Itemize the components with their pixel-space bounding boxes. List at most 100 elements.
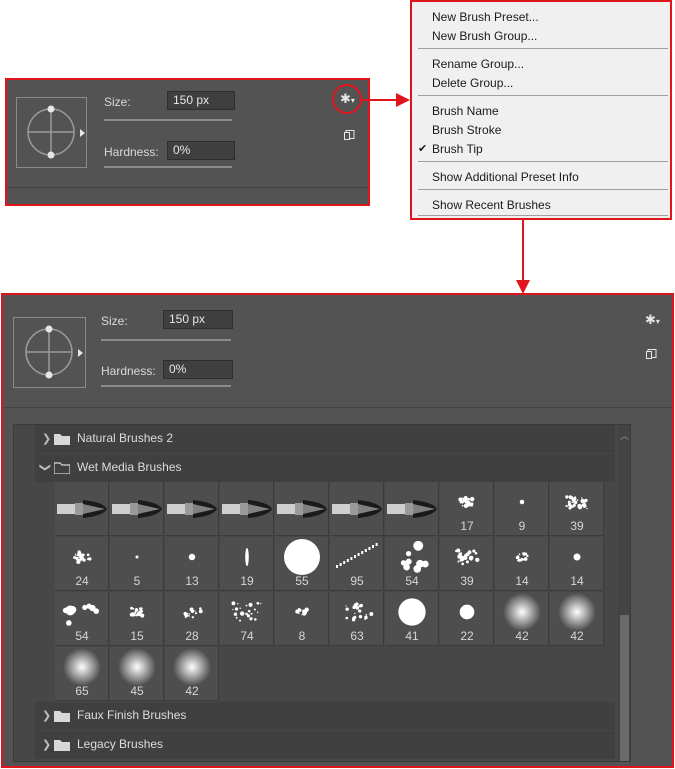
brush-preset[interactable]: 8	[275, 592, 329, 646]
menu-item-show-additional-preset-info[interactable]: Show Additional Preset Info	[432, 170, 579, 184]
chevron-right-icon[interactable]: ❯	[42, 738, 51, 751]
brush-preset[interactable]: 54	[55, 592, 109, 646]
brush-size-label: 15	[130, 629, 144, 643]
brush-preset[interactable]: 41	[385, 592, 439, 646]
brush-size-label: 22	[460, 629, 474, 643]
brush-preset[interactable]: 9	[495, 482, 549, 536]
menu-item-brush-name[interactable]: Brush Name	[432, 104, 499, 118]
gear-icon[interactable]: ✱▾	[340, 92, 355, 107]
brush-preset[interactable]: 42	[495, 592, 549, 646]
brush-tip-thumbnail-icon	[387, 500, 437, 518]
group-name: Natural Brushes 2	[77, 431, 174, 445]
brush-preset[interactable]: 13	[165, 537, 219, 591]
brush-preset[interactable]: 15	[110, 592, 164, 646]
brush-preset[interactable]	[110, 482, 164, 536]
checkmark-icon: ✔	[418, 143, 428, 155]
folder-icon	[54, 740, 70, 751]
brush-preset[interactable]: 22	[440, 592, 494, 646]
hardness-label: Hardness:	[101, 364, 156, 378]
brush-tip-thumbnail-icon	[332, 500, 382, 518]
brush-preset[interactable]: 65	[55, 647, 109, 701]
size-field[interactable]: 150 px	[167, 91, 235, 110]
menu-item-rename-group[interactable]: Rename Group...	[432, 57, 524, 71]
menu-item-show-recent-brushes[interactable]: Show Recent Brushes	[432, 198, 551, 212]
size-slider-track[interactable]	[101, 339, 231, 341]
connector-arrow-down-icon	[516, 220, 530, 294]
brush-preset[interactable]: 63	[330, 592, 384, 646]
size-slider-track[interactable]	[104, 119, 232, 121]
brush-size-label: 19	[240, 574, 254, 588]
brush-tip-preview[interactable]	[16, 97, 87, 168]
chevron-right-icon[interactable]: ❯	[42, 709, 51, 722]
gear-icon[interactable]: ✱▾	[645, 313, 660, 328]
size-label: Size:	[101, 314, 128, 328]
brush-preset-list[interactable]: ❯ Natural Brushes 2 ❯ Wet Media Brushes …	[13, 424, 631, 762]
brush-size-label: 17	[460, 519, 474, 533]
brush-tip-thumbnail-icon	[277, 500, 327, 518]
brush-size-label: 65	[75, 684, 89, 698]
group-row[interactable]: ❯ Legacy Brushes	[35, 731, 615, 759]
brush-preset[interactable]	[275, 482, 329, 536]
brush-size-label: 45	[130, 684, 144, 698]
brush-preset[interactable]	[165, 482, 219, 536]
preview-arrow-icon[interactable]	[80, 129, 85, 137]
brush-preset[interactable]	[55, 482, 109, 536]
hardness-field[interactable]: 0%	[167, 141, 235, 160]
brush-preset[interactable]: 42	[165, 647, 219, 701]
hardness-slider-track[interactable]	[101, 385, 231, 387]
new-preset-icon[interactable]	[344, 130, 355, 141]
brush-preset[interactable]	[330, 482, 384, 536]
brush-size-label: 14	[570, 574, 584, 588]
brush-preset[interactable]: 14	[550, 537, 604, 591]
hardness-slider-track[interactable]	[104, 166, 232, 168]
hardness-label: Hardness:	[104, 145, 159, 159]
menu-item-brush-tip[interactable]: Brush Tip	[432, 142, 483, 156]
group-row[interactable]: ❯ Natural Brushes 2	[35, 425, 615, 453]
group-row[interactable]: ❯ Wet Media Brushes	[35, 454, 615, 482]
brush-preset[interactable]: 45	[110, 647, 164, 701]
brush-size-label: 95	[350, 574, 364, 588]
brush-size-label: 8	[298, 629, 306, 643]
brush-preset[interactable]	[385, 482, 439, 536]
group-row[interactable]: ❯ Faux Finish Brushes	[35, 702, 615, 730]
menu-item-new-brush-group[interactable]: New Brush Group...	[432, 29, 537, 43]
chevron-right-icon[interactable]: ❯	[42, 432, 51, 445]
brush-size-label: 54	[405, 574, 419, 588]
new-preset-icon[interactable]	[646, 349, 657, 360]
menu-item-delete-group[interactable]: Delete Group...	[432, 76, 513, 90]
brush-angle-icon	[27, 105, 75, 159]
brush-size-label: 39	[460, 574, 474, 588]
preview-arrow-icon[interactable]	[78, 349, 83, 357]
folder-open-icon	[54, 462, 70, 474]
scrollbar[interactable]: ︿	[618, 425, 630, 761]
chevron-down-icon[interactable]: ❯	[39, 463, 52, 472]
menu-separator	[418, 189, 668, 190]
brush-preset[interactable]: 55	[275, 537, 329, 591]
brush-preset[interactable]: 95	[330, 537, 384, 591]
panel-context-menu: New Brush Preset... New Brush Group... R…	[410, 0, 672, 220]
brush-preset[interactable]	[220, 482, 274, 536]
menu-item-brush-stroke[interactable]: Brush Stroke	[432, 123, 501, 137]
scroll-up-icon[interactable]: ︿	[620, 429, 629, 442]
brush-preset[interactable]: 14	[495, 537, 549, 591]
hardness-field[interactable]: 0%	[163, 360, 233, 379]
brush-preset[interactable]: 39	[550, 482, 604, 536]
brush-tip-thumbnail-icon	[222, 500, 272, 518]
group-name: Wet Media Brushes	[77, 460, 182, 474]
brush-preset[interactable]: 39	[440, 537, 494, 591]
brush-preset[interactable]: 17	[440, 482, 494, 536]
brush-preset[interactable]: 28	[165, 592, 219, 646]
brush-preset[interactable]: 24	[55, 537, 109, 591]
brush-preset[interactable]: 74	[220, 592, 274, 646]
scrollbar-thumb[interactable]	[620, 615, 629, 761]
brush-size-label: 63	[350, 629, 364, 643]
divider	[7, 187, 368, 188]
brush-preset[interactable]: 42	[550, 592, 604, 646]
size-field[interactable]: 150 px	[163, 310, 233, 329]
brush-angle-icon	[25, 325, 73, 379]
brush-preset[interactable]: 5	[110, 537, 164, 591]
brush-tip-preview[interactable]	[13, 317, 86, 388]
menu-item-new-brush-preset[interactable]: New Brush Preset...	[432, 10, 539, 24]
brush-preset[interactable]: 19	[220, 537, 274, 591]
brush-preset[interactable]: 54	[385, 537, 439, 591]
